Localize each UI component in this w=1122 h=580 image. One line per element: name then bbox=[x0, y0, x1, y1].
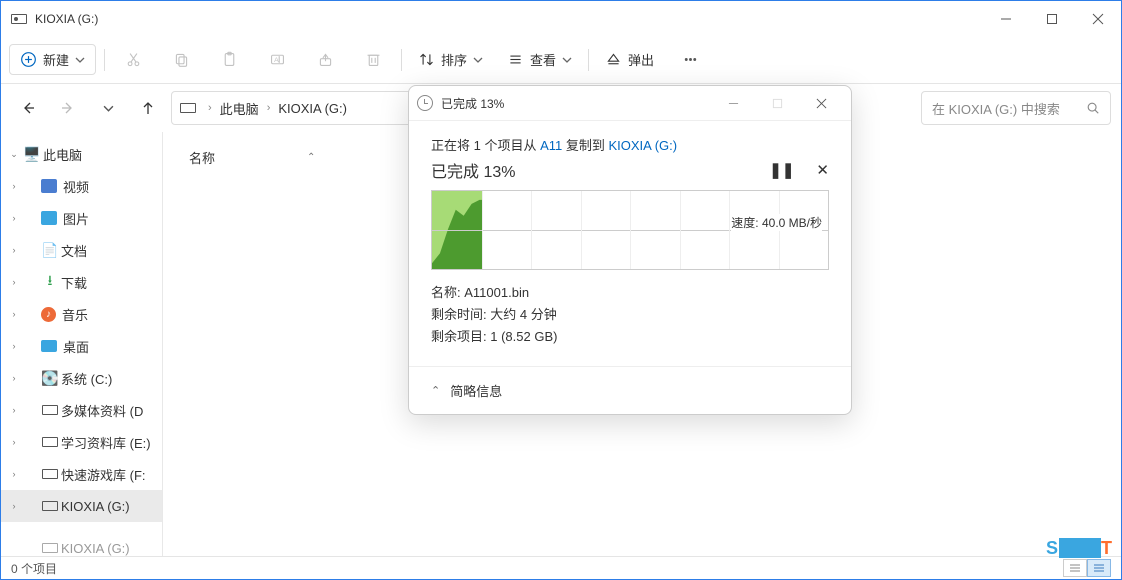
sort-label: 排序 bbox=[441, 50, 467, 69]
dialog-progress-label: 已完成 13% bbox=[431, 158, 515, 182]
transfer-rate-chart: 速度: 40.0 MB/秒 bbox=[431, 190, 829, 270]
close-button[interactable] bbox=[1075, 1, 1121, 36]
search-input[interactable]: 在 KIOXIA (G:) 中搜索 bbox=[921, 91, 1111, 125]
sidebar-item-label: 文档 bbox=[61, 241, 87, 260]
dialog-title-bar: 已完成 13% bbox=[409, 86, 851, 121]
dialog-footer-toggle[interactable]: ⌃ 简略信息 bbox=[409, 366, 851, 414]
sidebar-item-this-pc[interactable]: ⌄🖥️此电脑 bbox=[1, 138, 162, 170]
new-label: 新建 bbox=[43, 50, 69, 69]
drive-icon bbox=[11, 14, 27, 24]
sidebar-item-music[interactable]: ›♪音乐 bbox=[1, 298, 162, 330]
sidebar-item-downloads[interactable]: ›⭳下载 bbox=[1, 266, 162, 298]
sort-indicator-icon: ⌃ bbox=[307, 152, 315, 163]
sidebar-item-documents[interactable]: ›📄文档 bbox=[1, 234, 162, 266]
dialog-minimize-button[interactable] bbox=[711, 88, 755, 118]
watermark: S.T bbox=[1046, 538, 1113, 559]
status-bar: 0 个项目 bbox=[1, 556, 1121, 579]
cancel-button[interactable]: ✕ bbox=[816, 161, 829, 179]
maximize-button[interactable] bbox=[1029, 1, 1075, 36]
clock-icon bbox=[417, 95, 433, 111]
source-link[interactable]: A11 bbox=[540, 138, 562, 153]
cut-button[interactable] bbox=[113, 42, 153, 78]
dialog-maximize-button[interactable] bbox=[755, 88, 799, 118]
view-details-button[interactable] bbox=[1087, 559, 1111, 577]
chevron-right-icon: › bbox=[204, 102, 216, 114]
sidebar-item-label: 桌面 bbox=[63, 337, 89, 356]
share-button[interactable] bbox=[305, 42, 345, 78]
sort-button[interactable]: 排序 bbox=[410, 44, 491, 75]
sidebar-item-label: 系统 (C:) bbox=[61, 369, 112, 388]
copy-button[interactable] bbox=[161, 42, 201, 78]
sidebar-item-drive-g-alt[interactable]: KIOXIA (G:) bbox=[1, 532, 162, 556]
chevron-right-icon: › bbox=[263, 102, 275, 114]
breadcrumb-drive[interactable]: KIOXIA (G:) bbox=[278, 101, 347, 116]
transfer-speed: 速度: 40.0 MB/秒 bbox=[731, 214, 822, 231]
sidebar-item-drive-g[interactable]: ›KIOXIA (G:) bbox=[1, 490, 162, 522]
toolbar: 新建 A 排序 查看 弹出 bbox=[1, 36, 1121, 84]
dialog-title: 已完成 13% bbox=[441, 95, 504, 112]
window-title-bar: KIOXIA (G:) bbox=[1, 1, 1121, 36]
sidebar-item-label: 视频 bbox=[63, 177, 89, 196]
sidebar-item-label: 多媒体资料 (D bbox=[61, 401, 143, 420]
dialog-close-button[interactable] bbox=[799, 88, 843, 118]
sidebar-item-drive-e[interactable]: ›学习资料库 (E:) bbox=[1, 426, 162, 458]
rename-button[interactable]: A bbox=[257, 42, 297, 78]
items-remaining: 1 (8.52 GB) bbox=[490, 329, 557, 344]
search-icon bbox=[1086, 101, 1100, 115]
sidebar-item-drive-f[interactable]: ›快速游戏库 (F: bbox=[1, 458, 162, 490]
dest-link[interactable]: KIOXIA (G:) bbox=[608, 138, 677, 153]
back-button[interactable] bbox=[11, 91, 45, 125]
sidebar-item-videos[interactable]: ›视频 bbox=[1, 170, 162, 202]
view-label: 查看 bbox=[530, 50, 556, 69]
paste-button[interactable] bbox=[209, 42, 249, 78]
sidebar-item-label: 音乐 bbox=[62, 305, 88, 324]
sidebar-item-pictures[interactable]: ›图片 bbox=[1, 202, 162, 234]
column-name: 名称 bbox=[189, 148, 215, 167]
eject-label: 弹出 bbox=[628, 50, 654, 69]
file-name: A11001.bin bbox=[464, 285, 529, 300]
sidebar-item-drive-d[interactable]: ›多媒体资料 (D bbox=[1, 394, 162, 426]
sidebar-item-label: 下载 bbox=[61, 273, 87, 292]
sidebar-item-label: KIOXIA (G:) bbox=[61, 541, 130, 556]
sidebar: ⌄🖥️此电脑 ›视频 ›图片 ›📄文档 ›⭳下载 ›♪音乐 ›桌面 ›💽系统 (… bbox=[1, 132, 163, 556]
more-button[interactable] bbox=[670, 42, 710, 78]
delete-button[interactable] bbox=[353, 42, 393, 78]
breadcrumb-pc[interactable]: 此电脑 bbox=[220, 99, 259, 118]
sidebar-item-label: 学习资料库 (E:) bbox=[61, 433, 151, 452]
history-button[interactable] bbox=[91, 91, 125, 125]
divider bbox=[401, 49, 402, 71]
sidebar-item-label: KIOXIA (G:) bbox=[61, 499, 130, 514]
view-button[interactable]: 查看 bbox=[499, 44, 580, 75]
minimize-button[interactable] bbox=[983, 1, 1029, 36]
up-button[interactable] bbox=[131, 91, 165, 125]
new-button[interactable]: 新建 bbox=[9, 44, 96, 75]
sidebar-item-desktop[interactable]: ›桌面 bbox=[1, 330, 162, 362]
drive-icon bbox=[180, 103, 196, 113]
divider bbox=[104, 49, 105, 71]
eject-button[interactable]: 弹出 bbox=[597, 44, 662, 75]
time-remaining: 大约 4 分钟 bbox=[490, 307, 556, 322]
view-list-button[interactable] bbox=[1063, 559, 1087, 577]
chevron-up-icon: ⌃ bbox=[431, 384, 440, 397]
copy-dialog: 已完成 13% 正在将 1 个项目从 A11 复制到 KIOXIA (G:) 已… bbox=[408, 85, 852, 415]
search-placeholder: 在 KIOXIA (G:) 中搜索 bbox=[932, 99, 1060, 118]
sidebar-item-label: 图片 bbox=[63, 209, 89, 228]
sidebar-item-label: 快速游戏库 (F: bbox=[61, 465, 146, 484]
sidebar-item-drive-c[interactable]: ›💽系统 (C:) bbox=[1, 362, 162, 394]
forward-button[interactable] bbox=[51, 91, 85, 125]
dialog-copy-line: 正在将 1 个项目从 A11 复制到 KIOXIA (G:) bbox=[431, 135, 829, 154]
status-item-count: 0 个项目 bbox=[11, 560, 57, 577]
window-title: KIOXIA (G:) bbox=[35, 12, 98, 26]
sidebar-item-label: 此电脑 bbox=[43, 145, 82, 164]
svg-text:A: A bbox=[274, 57, 279, 64]
pause-button[interactable]: ❚❚ bbox=[769, 161, 794, 179]
dialog-footer-label: 简略信息 bbox=[450, 381, 502, 400]
divider bbox=[588, 49, 589, 71]
dialog-details: 名称: A11001.bin 剩余时间: 大约 4 分钟 剩余项目: 1 (8.… bbox=[431, 282, 829, 348]
